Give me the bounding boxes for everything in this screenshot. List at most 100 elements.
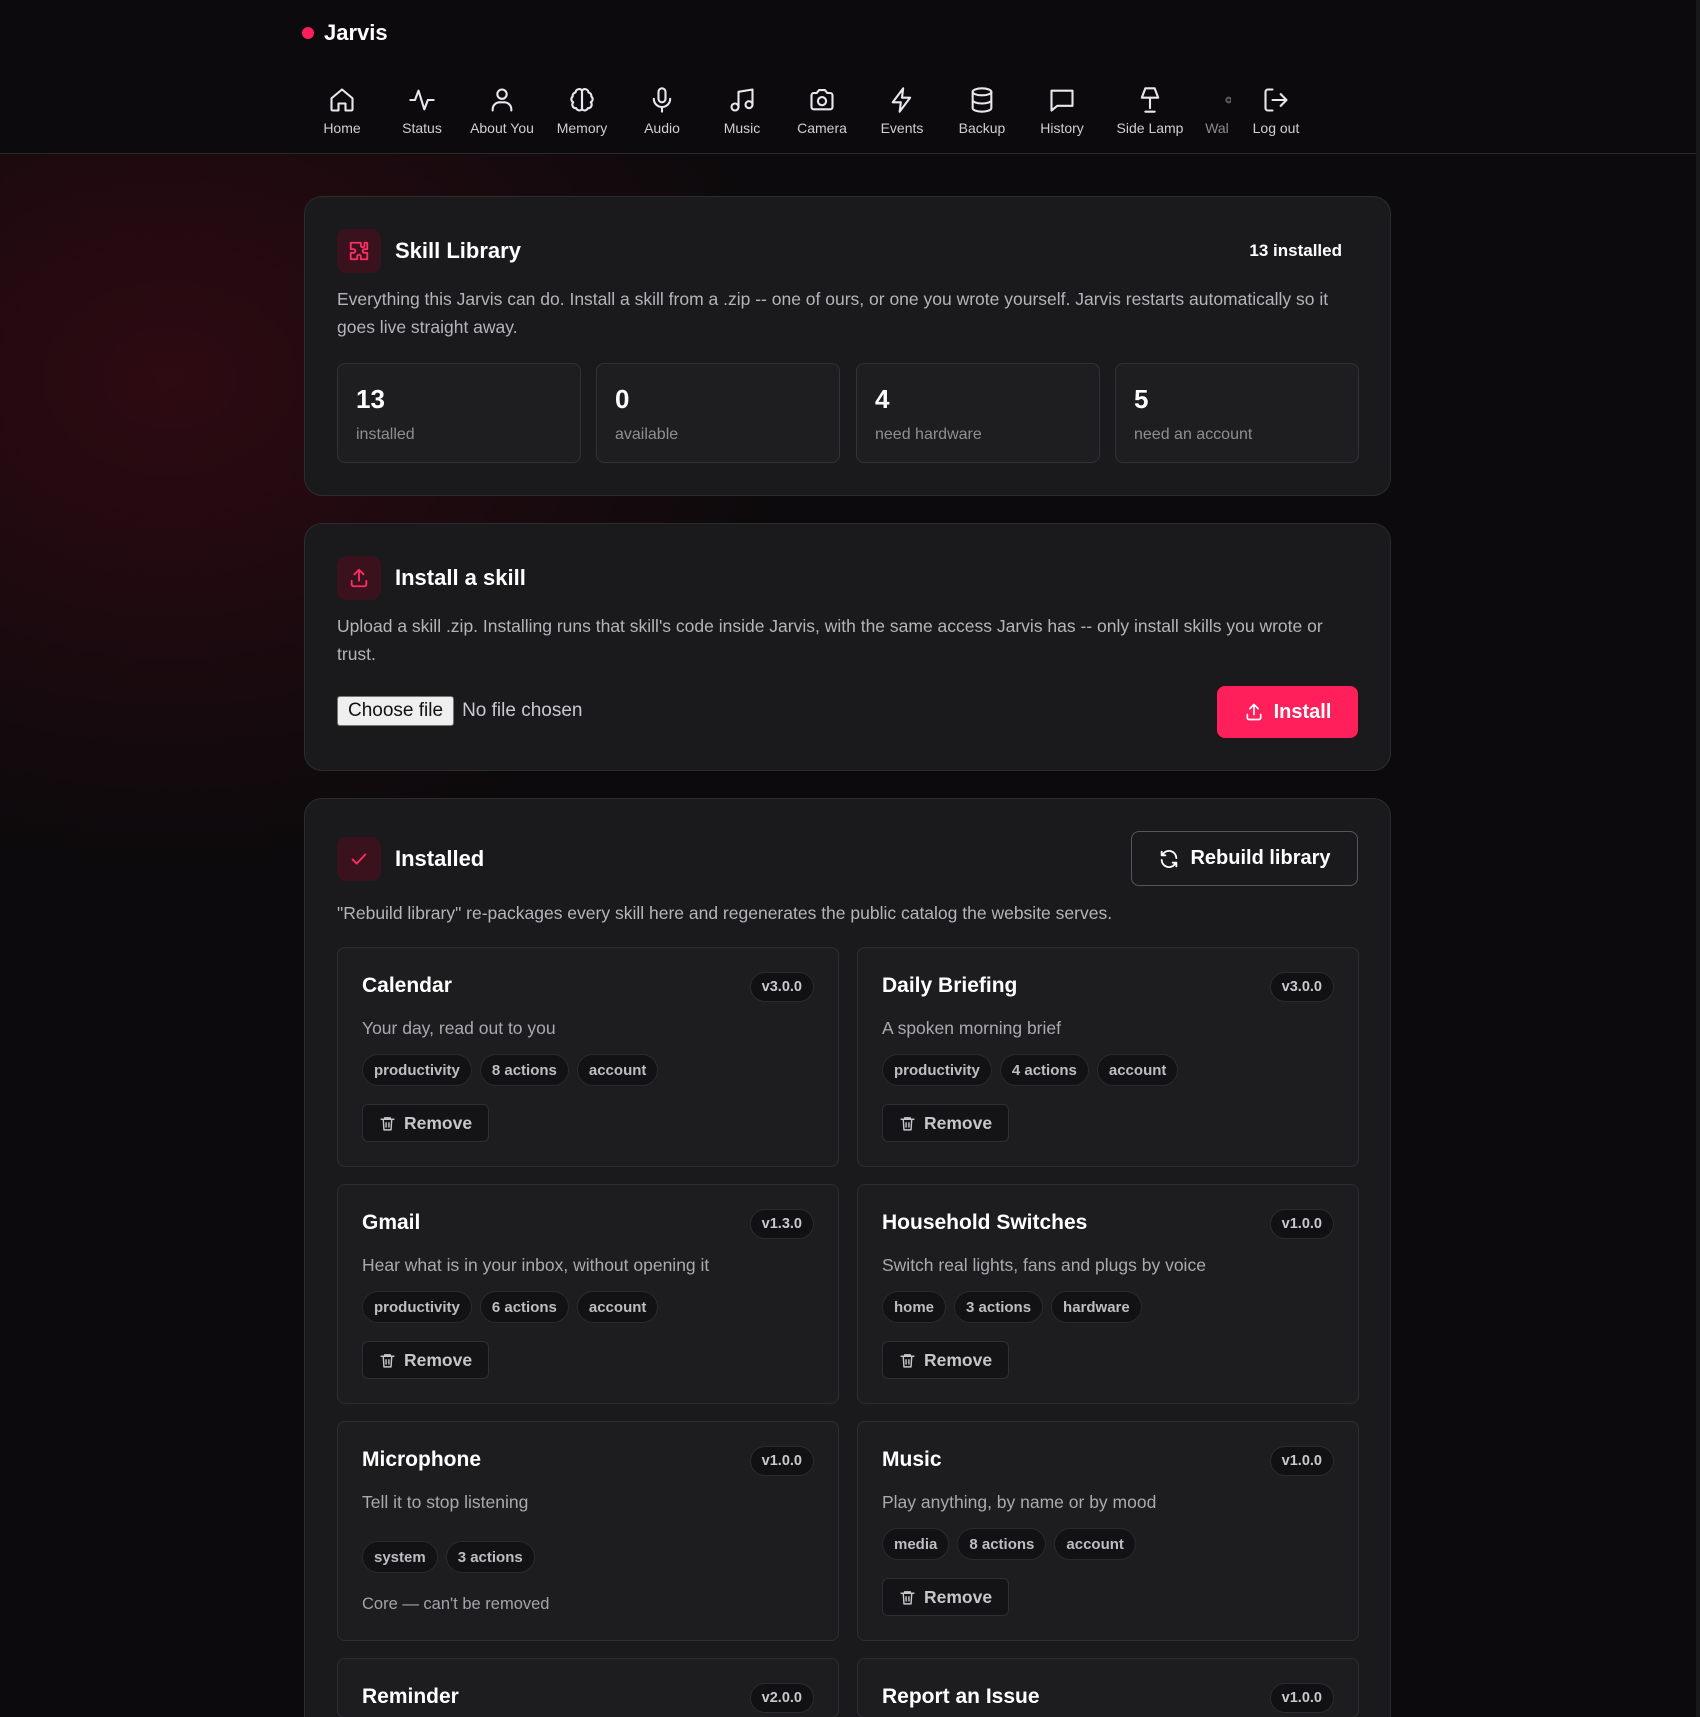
nav-side-lamp[interactable]: Side Lamp xyxy=(1102,82,1198,140)
stat-need-account: 5 need an account xyxy=(1115,363,1359,463)
remove-label: Remove xyxy=(404,1112,473,1133)
tag-list: productivity 4 actions account xyxy=(882,1054,1179,1086)
file-status: No file chosen xyxy=(462,700,583,721)
nav-events[interactable]: Events xyxy=(862,82,942,140)
skill-name: Gmail xyxy=(362,1211,421,1234)
skill-description: Tell it to stop listening xyxy=(362,1492,529,1512)
tag: 8 actions xyxy=(479,1054,569,1086)
nav-logout[interactable]: Log out xyxy=(1236,82,1316,140)
nav-audio[interactable]: Audio xyxy=(622,82,702,140)
skill-card-reminder: Reminder v2.0.0 xyxy=(337,1658,839,1717)
nav-camera[interactable]: Camera xyxy=(782,82,862,140)
stat-value: 4 xyxy=(875,384,890,414)
nav-label: About You xyxy=(470,120,534,136)
install-button[interactable]: Install xyxy=(1217,686,1358,738)
card-header: Installed xyxy=(337,837,484,881)
stat-label: available xyxy=(615,426,679,443)
version-badge: v1.3.0 xyxy=(749,1209,814,1239)
skill-name: Music xyxy=(882,1448,942,1471)
skill-description: Hear what is in your inbox, without open… xyxy=(362,1255,710,1275)
app-name: Jarvis xyxy=(324,20,388,45)
activity-icon xyxy=(409,89,435,111)
tag: account xyxy=(1096,1054,1179,1086)
version-badge: v3.0.0 xyxy=(749,972,814,1002)
card-header: Skill Library xyxy=(337,229,521,273)
trash-icon xyxy=(900,1353,915,1368)
brand[interactable]: Jarvis xyxy=(302,20,388,46)
nav-label: Audio xyxy=(644,120,680,136)
skill-name: Microphone xyxy=(362,1448,481,1471)
card-title: Installed xyxy=(395,846,485,871)
tag-list: productivity 8 actions account xyxy=(362,1054,659,1086)
skill-card-microphone: Microphone v1.0.0 Tell it to stop listen… xyxy=(337,1421,839,1641)
version-badge: v1.0.0 xyxy=(1269,1683,1334,1713)
check-icon xyxy=(337,837,381,881)
nav-backup[interactable]: Backup xyxy=(942,82,1022,140)
nav-home[interactable]: Home xyxy=(302,82,382,140)
version-badge: v1.0.0 xyxy=(749,1446,814,1476)
skill-library-card: Skill Library 13 installed Everything th… xyxy=(304,196,1391,496)
puzzle-icon xyxy=(337,229,381,273)
skill-card-music: Music v1.0.0 Play anything, by name or b… xyxy=(857,1421,1359,1641)
database-icon xyxy=(971,87,993,113)
tag: productivity xyxy=(362,1291,472,1323)
tag: 4 actions xyxy=(999,1054,1089,1086)
tag: 3 actions xyxy=(445,1541,535,1573)
nav-partial[interactable]: Wal xyxy=(1198,82,1236,140)
home-icon xyxy=(330,88,354,112)
tag: account xyxy=(576,1054,659,1086)
nav-history[interactable]: History xyxy=(1022,82,1102,140)
remove-button[interactable]: Remove xyxy=(882,1341,1010,1379)
nav-label: Camera xyxy=(797,120,847,136)
nav-label: History xyxy=(1040,120,1084,136)
tag: home xyxy=(882,1291,947,1323)
card-title: Skill Library xyxy=(395,238,521,263)
skill-card-daily-briefing: Daily Briefing v3.0.0 A spoken morning b… xyxy=(857,947,1359,1167)
chat-bubble-icon xyxy=(1050,89,1074,112)
remove-button[interactable]: Remove xyxy=(362,1104,490,1142)
card-title: Install a skill xyxy=(395,565,526,590)
file-picker: Choose file No file chosen xyxy=(337,696,582,726)
stat-label: need hardware xyxy=(875,426,982,443)
scrollbar[interactable] xyxy=(1696,0,1700,1717)
nav-music[interactable]: Music xyxy=(702,82,782,140)
card-description: Upload a skill .zip. Installing runs tha… xyxy=(337,616,1323,664)
trash-icon xyxy=(380,1116,395,1131)
version-badge: v1.0.0 xyxy=(1269,1209,1334,1239)
rebuild-library-button[interactable]: Rebuild library xyxy=(1131,831,1358,886)
skill-name: Household Switches xyxy=(882,1211,1088,1234)
remove-button[interactable]: Remove xyxy=(362,1341,490,1379)
tag: hardware xyxy=(1051,1291,1142,1323)
tag: productivity xyxy=(362,1054,472,1086)
nav-label: Home xyxy=(323,120,361,136)
version-badge: v1.0.0 xyxy=(1269,1446,1334,1476)
remove-button[interactable]: Remove xyxy=(882,1104,1010,1142)
status-dot-icon xyxy=(302,27,314,39)
skill-name: Reminder xyxy=(362,1685,459,1708)
rebuild-library-label: Rebuild library xyxy=(1190,847,1331,869)
skill-description: A spoken morning brief xyxy=(882,1018,1061,1038)
skill-description: Switch real lights, fans and plugs by vo… xyxy=(882,1255,1206,1275)
stat-value: 13 xyxy=(356,384,385,414)
choose-file-button[interactable]: Choose file xyxy=(337,696,455,726)
main-nav: Home Status About You Memory Audio Music… xyxy=(302,82,1316,140)
nav-status[interactable]: Status xyxy=(382,82,462,140)
install-button-label: Install xyxy=(1273,700,1332,723)
skill-card-report-an-issue: Report an Issue v1.0.0 xyxy=(857,1658,1359,1717)
nav-label: Log out xyxy=(1252,120,1300,136)
stat-need-hardware: 4 need hardware xyxy=(856,363,1100,463)
nav-label: Events xyxy=(880,120,924,136)
nav-label: Backup xyxy=(958,120,1006,136)
remove-button[interactable]: Remove xyxy=(882,1578,1010,1616)
remove-label: Remove xyxy=(924,1349,993,1370)
remove-label: Remove xyxy=(924,1112,993,1133)
card-header: Install a skill xyxy=(337,556,526,600)
user-icon xyxy=(491,88,513,112)
skill-card-household-switches: Household Switches v1.0.0 Switch real li… xyxy=(857,1184,1359,1404)
skill-description: Play anything, by name or by mood xyxy=(882,1492,1157,1512)
installed-card: Installed Rebuild library "Rebuild libra… xyxy=(304,798,1391,1717)
nav-memory[interactable]: Memory xyxy=(542,82,622,140)
nav-label: Wal xyxy=(1205,120,1229,136)
nav-about-you[interactable]: About You xyxy=(462,82,542,140)
remove-label: Remove xyxy=(924,1586,993,1607)
